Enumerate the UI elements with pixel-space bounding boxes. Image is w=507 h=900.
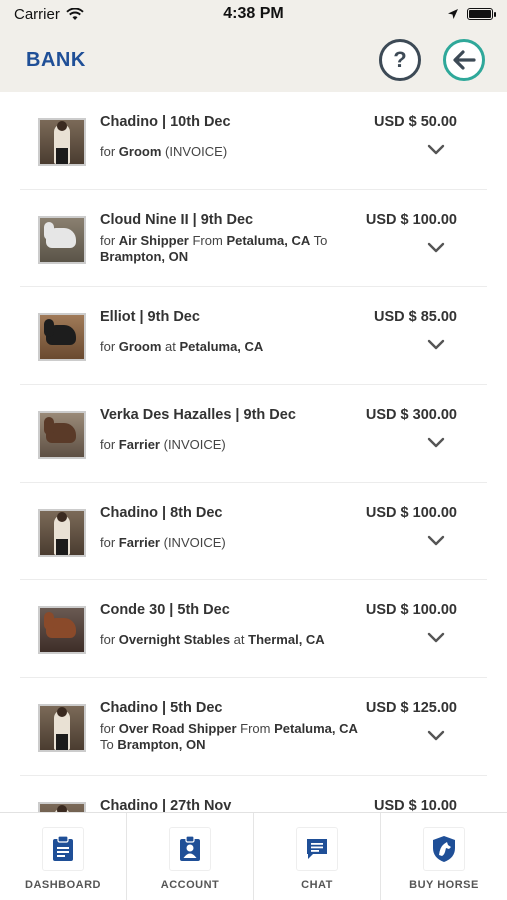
transaction-description: for Overnight Stables at Thermal, CA (100, 632, 325, 648)
transaction-description: for Groom (INVOICE) (100, 144, 228, 159)
description-emphasis: Groom (118, 339, 162, 355)
transaction-title: Chadino | 8th Dec (100, 504, 223, 521)
transaction-amount: USD $ 100.00 (365, 504, 457, 521)
transaction-amount: USD $ 50.00 (373, 114, 457, 130)
expand-chevron-icon[interactable] (427, 339, 445, 351)
back-button[interactable] (443, 39, 485, 81)
status-right (333, 8, 496, 20)
expand-chevron-icon[interactable] (427, 437, 445, 449)
transaction-amount: USD $ 100.00 (365, 602, 457, 619)
status-time: 4:38 PM (223, 5, 284, 22)
tab-label: DASHBOARD (25, 878, 101, 891)
horse-thumbnail (38, 801, 86, 812)
transaction-title: Conde 30 | 5th Dec (100, 602, 230, 619)
description-emphasis: Over Road Shipper (118, 721, 237, 737)
header: BANK ? (0, 30, 507, 90)
description-emphasis: Brampton, ON (117, 737, 206, 753)
tab-buy-horse[interactable]: BUY HORSE (381, 813, 507, 900)
horse-thumbnail (38, 313, 86, 362)
description-emphasis: Petaluma, CA (274, 721, 358, 737)
horse-thumbnail (38, 606, 86, 655)
description-emphasis: Petaluma, CA (179, 339, 264, 355)
tab-chat[interactable]: CHAT (254, 813, 381, 900)
transaction-description: for Farrier (INVOICE) (100, 534, 226, 550)
transaction-list[interactable]: Chadino | 10th Dec USD $ 50.00 for Groom (… (0, 92, 507, 812)
horse-shield-icon (423, 826, 465, 871)
transaction-row[interactable]: Chadino | 8th Dec USD $ 100.00 for Farrier… (20, 482, 487, 581)
horse-thumbnail (38, 411, 86, 460)
transaction-title: Chadino | 27th Nov (100, 797, 232, 812)
tab-bar: DASHBOARD ACCOUNT CHAT BUY HORSE (0, 812, 507, 900)
carrier-label: Carrier (14, 5, 60, 23)
horse-thumbnail (38, 118, 86, 166)
description-emphasis: Farrier (118, 437, 160, 453)
description-emphasis: Air Shipper (118, 232, 189, 248)
horse-thumbnail (38, 215, 86, 264)
transaction-row[interactable]: Chadino | 5th Dec USD $ 125.00 for Over Ro… (20, 678, 487, 776)
expand-chevron-icon[interactable] (427, 632, 445, 644)
transaction-description: for Farrier (INVOICE) (100, 437, 226, 453)
chat-icon (296, 826, 338, 871)
transaction-amount: USD $ 85.00 (373, 309, 457, 326)
transaction-amount: USD $ 10.00 (373, 797, 457, 812)
status-bar: Carrier 4:38 PM (0, 0, 507, 28)
transaction-title: Chadino | 10th Dec (100, 114, 231, 130)
description-emphasis: Petaluma, CA (226, 232, 311, 248)
expand-chevron-icon[interactable] (427, 730, 445, 742)
page-title: BANK (26, 48, 86, 71)
transaction-row[interactable]: Verka Des Hazalles | 9th Dec USD $ 300.00… (20, 385, 487, 483)
back-arrow-icon (453, 50, 476, 70)
tab-account[interactable]: ACCOUNT (127, 813, 254, 900)
description-emphasis: Brampton, ON (100, 248, 189, 264)
help-button[interactable]: ? (379, 39, 421, 81)
transaction-description: for Air Shipper From Petaluma, CA To Bra… (100, 232, 328, 264)
description-emphasis: Farrier (118, 534, 160, 550)
expand-chevron-icon[interactable] (427, 144, 445, 156)
transaction-row[interactable]: Chadino | 27th Nov USD $ 10.00 (20, 775, 487, 812)
horse-thumbnail (38, 704, 86, 753)
transaction-amount: USD $ 100.00 (365, 211, 457, 228)
help-icon: ? (393, 47, 407, 72)
description-emphasis: Thermal, CA (248, 632, 325, 648)
horse-thumbnail (38, 508, 86, 557)
transaction-row[interactable]: Elliot | 9th Dec USD $ 85.00 for Groom at … (20, 287, 487, 386)
transaction-row[interactable]: Chadino | 10th Dec USD $ 50.00 for Groom (… (20, 92, 487, 190)
description-emphasis: Overnight Stables (118, 632, 231, 648)
transaction-description: for Groom at Petaluma, CA (100, 339, 264, 355)
expand-chevron-icon[interactable] (427, 242, 445, 254)
transaction-title: Elliot | 9th Dec (100, 309, 200, 326)
transaction-row[interactable]: Conde 30 | 5th Dec USD $ 100.00 for Overni… (20, 580, 487, 679)
transaction-description: for Over Road Shipper From Petaluma, CA … (100, 721, 358, 753)
transaction-title: Verka Des Hazalles | 9th Dec (100, 407, 296, 424)
transaction-amount: USD $ 300.00 (365, 407, 457, 424)
tab-label: BUY HORSE (409, 878, 479, 891)
location-arrow-icon (448, 9, 458, 19)
transaction-row[interactable]: Cloud Nine II | 9th Dec USD $ 100.00 for A… (20, 189, 487, 288)
wifi-icon (66, 7, 84, 20)
transaction-title: Chadino | 5th Dec (100, 700, 223, 717)
status-left: Carrier (14, 6, 174, 23)
tab-dashboard[interactable]: DASHBOARD (0, 813, 127, 900)
expand-chevron-icon[interactable] (427, 535, 445, 547)
clipboard-icon (42, 826, 84, 871)
transaction-title: Cloud Nine II | 9th Dec (100, 211, 254, 228)
tab-label: ACCOUNT (160, 878, 220, 891)
description-emphasis: Groom (118, 144, 162, 159)
battery-icon (467, 8, 496, 20)
tab-label: CHAT (301, 878, 333, 891)
transaction-amount: USD $ 125.00 (365, 700, 457, 717)
id-badge-icon (169, 826, 211, 871)
